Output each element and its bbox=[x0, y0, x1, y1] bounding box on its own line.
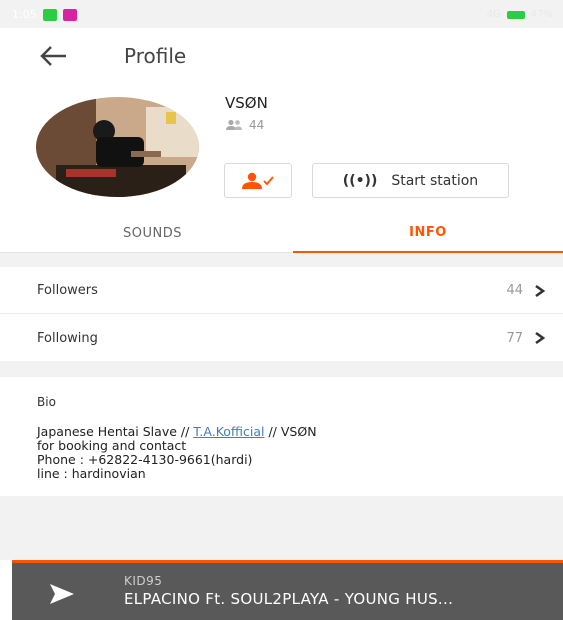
battery-percent: 47% bbox=[530, 9, 553, 20]
bio-link[interactable]: T.A.Kofficial bbox=[193, 424, 264, 439]
chevron-right-icon bbox=[535, 331, 546, 345]
network-label: 4G bbox=[486, 9, 501, 20]
following-label: Following bbox=[37, 330, 98, 346]
start-station-button[interactable]: ((•)) Start station bbox=[312, 163, 509, 198]
followers-label: Followers bbox=[37, 283, 98, 298]
follower-count: 44 bbox=[249, 118, 265, 132]
app-header: Profile bbox=[0, 28, 563, 86]
avatar-photo bbox=[36, 97, 199, 197]
instagram-icon bbox=[62, 8, 77, 21]
radio-station-icon: ((•)) bbox=[342, 172, 378, 189]
following-row[interactable]: Following 77 bbox=[0, 315, 563, 361]
username: VSØN bbox=[225, 94, 268, 112]
battery-icon bbox=[506, 10, 525, 19]
empty-area bbox=[0, 496, 563, 560]
back-button[interactable] bbox=[36, 42, 72, 70]
following-toggle-button[interactable] bbox=[224, 163, 292, 198]
bio-line-1-suffix: // VSØN bbox=[264, 424, 317, 439]
bio-line-1: Japanese Hentai Slave // T.A.Kofficial /… bbox=[37, 425, 537, 439]
section-divider bbox=[0, 253, 563, 267]
bio-line-3: Phone : +62822-4130-9661(hardi) bbox=[37, 452, 253, 467]
status-left: 1:05 bbox=[12, 8, 77, 21]
profile-tabs: SOUNDS INFO bbox=[0, 213, 563, 253]
play-icon[interactable] bbox=[49, 583, 75, 605]
start-station-label: Start station bbox=[391, 172, 479, 189]
followers-count: 44 bbox=[506, 283, 523, 298]
status-right: 4G 47% bbox=[487, 9, 553, 20]
tab-sounds[interactable]: SOUNDS bbox=[12, 213, 293, 253]
bio-text: Japanese Hentai Slave // T.A.Kofficial /… bbox=[37, 425, 537, 481]
notification-app-icon bbox=[42, 8, 57, 21]
bio-line-4: line : hardinovian bbox=[37, 466, 146, 481]
status-bar: 1:05 4G 47% bbox=[0, 0, 563, 28]
player-track-title: ELPACINO Ft. SOUL2PLAYA - YOUNG HUS... bbox=[124, 590, 454, 608]
followers-icon bbox=[226, 119, 242, 130]
page-title: Profile bbox=[124, 44, 187, 68]
bio-heading: Bio bbox=[37, 395, 56, 409]
following-count: 77 bbox=[506, 330, 523, 346]
followers-row[interactable]: Followers 44 bbox=[0, 268, 563, 314]
bio-line-1-prefix: Japanese Hentai Slave // bbox=[37, 424, 194, 439]
bio-line-2: for booking and contact bbox=[37, 438, 187, 453]
tab-info[interactable]: INFO bbox=[293, 213, 563, 253]
status-time: 1:05 bbox=[12, 8, 37, 21]
mini-player[interactable]: KID95 ELPACINO Ft. SOUL2PLAYA - YOUNG HU… bbox=[12, 560, 563, 620]
follower-summary: 44 bbox=[225, 118, 264, 132]
avatar[interactable] bbox=[36, 97, 199, 197]
chevron-right-icon bbox=[535, 284, 546, 297]
user-check-icon bbox=[242, 172, 274, 189]
section-divider bbox=[0, 361, 563, 377]
back-arrow-icon bbox=[40, 46, 66, 66]
player-artist: KID95 bbox=[124, 574, 163, 588]
